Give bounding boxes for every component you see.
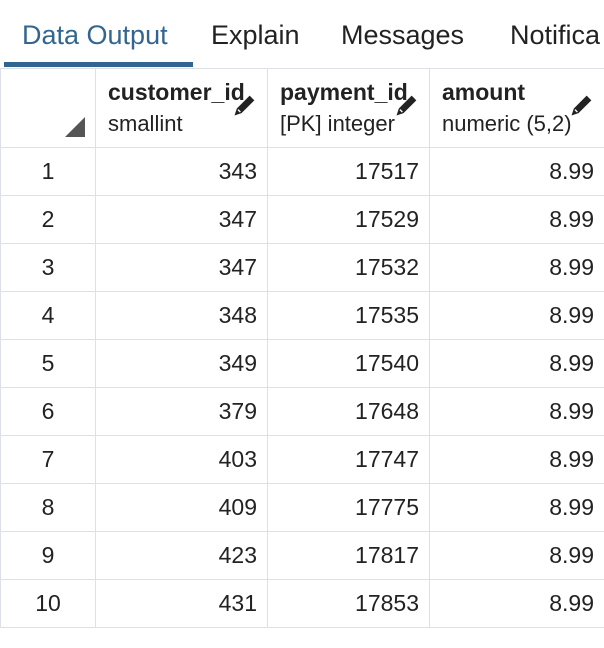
pencil-icon bbox=[234, 95, 255, 116]
row-number[interactable]: 8 bbox=[0, 483, 96, 532]
tab-bar: Data Output Explain Messages Notifica bbox=[0, 0, 604, 68]
cell-amount[interactable]: 8.99 bbox=[429, 483, 604, 532]
pencil-icon bbox=[571, 95, 592, 116]
column-header-payment-id[interactable]: payment_id [PK] integer bbox=[267, 68, 430, 148]
row-number[interactable]: 2 bbox=[0, 195, 96, 244]
table-row[interactable]: 3 347 17532 8.99 bbox=[0, 243, 604, 292]
tab-messages[interactable]: Messages bbox=[341, 18, 464, 52]
table-row[interactable]: 10 431 17853 8.99 bbox=[0, 579, 604, 628]
row-number[interactable]: 5 bbox=[0, 339, 96, 388]
cell-payment-id[interactable]: 17648 bbox=[267, 387, 430, 436]
cell-amount[interactable]: 8.99 bbox=[429, 579, 604, 628]
cell-customer-id[interactable]: 347 bbox=[95, 243, 268, 292]
cell-customer-id[interactable]: 348 bbox=[95, 291, 268, 340]
row-number[interactable]: 7 bbox=[0, 435, 96, 484]
tab-notifications[interactable]: Notifica bbox=[510, 18, 600, 52]
cell-payment-id[interactable]: 17535 bbox=[267, 291, 430, 340]
cell-payment-id[interactable]: 17747 bbox=[267, 435, 430, 484]
cell-customer-id[interactable]: 409 bbox=[95, 483, 268, 532]
grid-header-row: customer_id smallint payment_id [PK] int… bbox=[0, 68, 604, 148]
cell-amount[interactable]: 8.99 bbox=[429, 435, 604, 484]
cell-customer-id[interactable]: 423 bbox=[95, 531, 268, 580]
cell-amount[interactable]: 8.99 bbox=[429, 291, 604, 340]
cell-customer-id[interactable]: 431 bbox=[95, 579, 268, 628]
tab-data-output[interactable]: Data Output bbox=[22, 18, 168, 52]
cell-amount[interactable]: 8.99 bbox=[429, 339, 604, 388]
cell-customer-id[interactable]: 343 bbox=[95, 147, 268, 196]
column-header-amount[interactable]: amount numeric (5,2) bbox=[429, 68, 604, 148]
cell-payment-id[interactable]: 17540 bbox=[267, 339, 430, 388]
table-row[interactable]: 7 403 17747 8.99 bbox=[0, 435, 604, 484]
tab-explain[interactable]: Explain bbox=[211, 18, 300, 52]
cell-payment-id[interactable]: 17529 bbox=[267, 195, 430, 244]
active-tab-indicator bbox=[4, 62, 193, 67]
cell-payment-id[interactable]: 17817 bbox=[267, 531, 430, 580]
row-number[interactable]: 6 bbox=[0, 387, 96, 436]
result-grid: customer_id smallint payment_id [PK] int… bbox=[0, 68, 604, 628]
corner-triangle-icon bbox=[65, 117, 85, 137]
cell-payment-id[interactable]: 17517 bbox=[267, 147, 430, 196]
column-header-customer-id[interactable]: customer_id smallint bbox=[95, 68, 268, 148]
row-number[interactable]: 9 bbox=[0, 531, 96, 580]
table-row[interactable]: 5 349 17540 8.99 bbox=[0, 339, 604, 388]
pencil-icon bbox=[396, 95, 417, 116]
table-row[interactable]: 4 348 17535 8.99 bbox=[0, 291, 604, 340]
cell-amount[interactable]: 8.99 bbox=[429, 387, 604, 436]
table-row[interactable]: 6 379 17648 8.99 bbox=[0, 387, 604, 436]
cell-amount[interactable]: 8.99 bbox=[429, 243, 604, 292]
cell-customer-id[interactable]: 349 bbox=[95, 339, 268, 388]
select-all-corner[interactable] bbox=[0, 68, 96, 148]
cell-amount[interactable]: 8.99 bbox=[429, 195, 604, 244]
row-number[interactable]: 3 bbox=[0, 243, 96, 292]
cell-payment-id[interactable]: 17775 bbox=[267, 483, 430, 532]
cell-payment-id[interactable]: 17853 bbox=[267, 579, 430, 628]
cell-customer-id[interactable]: 347 bbox=[95, 195, 268, 244]
table-row[interactable]: 9 423 17817 8.99 bbox=[0, 531, 604, 580]
cell-customer-id[interactable]: 379 bbox=[95, 387, 268, 436]
cell-amount[interactable]: 8.99 bbox=[429, 147, 604, 196]
table-row[interactable]: 1 343 17517 8.99 bbox=[0, 147, 604, 196]
cell-customer-id[interactable]: 403 bbox=[95, 435, 268, 484]
table-row[interactable]: 8 409 17775 8.99 bbox=[0, 483, 604, 532]
cell-amount[interactable]: 8.99 bbox=[429, 531, 604, 580]
row-number[interactable]: 4 bbox=[0, 291, 96, 340]
row-number[interactable]: 1 bbox=[0, 147, 96, 196]
cell-payment-id[interactable]: 17532 bbox=[267, 243, 430, 292]
row-number[interactable]: 10 bbox=[0, 579, 96, 628]
table-row[interactable]: 2 347 17529 8.99 bbox=[0, 195, 604, 244]
